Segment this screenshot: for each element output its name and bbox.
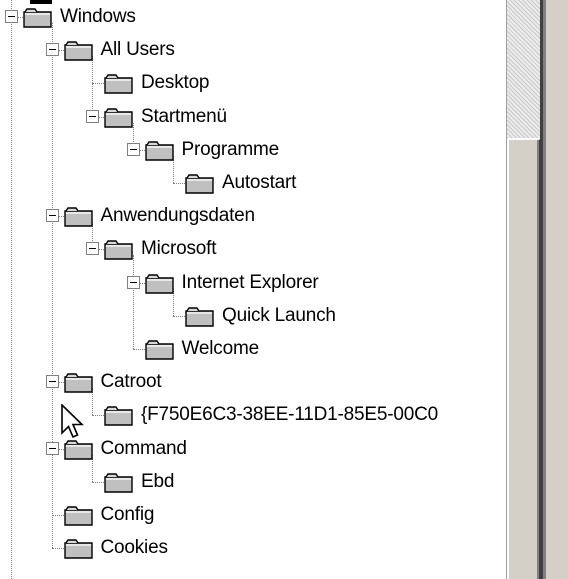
collapse-toggle-icon[interactable] [86, 109, 99, 123]
tree-node-label: Windows [60, 6, 136, 27]
tree-node[interactable]: Cookies [0, 532, 506, 565]
tree-node[interactable]: Startmenü [0, 101, 506, 134]
collapse-toggle-icon[interactable] [5, 10, 18, 23]
tree-node-label: Programme [181, 138, 280, 160]
tree-node-label: Startmenü [141, 105, 227, 127]
folder-icon [104, 405, 134, 427]
collapse-toggle-icon[interactable] [126, 275, 140, 289]
window-border [540, 0, 568, 579]
collapse-toggle-icon[interactable] [45, 441, 59, 455]
folder-icon [144, 140, 175, 162]
collapse-toggle-icon[interactable] [45, 209, 59, 223]
folder-icon [104, 73, 134, 95]
folder-icon [144, 339, 175, 361]
scrollbar-thumb[interactable] [507, 138, 541, 579]
tree-node-label: All Users [100, 39, 175, 61]
folder-icon [185, 173, 215, 195]
collapse-toggle-icon[interactable] [45, 43, 59, 57]
mouse-pointer-icon [61, 404, 84, 439]
folder-icon [144, 273, 175, 295]
folder-icon [63, 372, 94, 394]
folder-icon [23, 7, 53, 29]
tree-node-label: Quick Launch [222, 304, 336, 326]
collapse-toggle-icon[interactable] [45, 375, 59, 389]
tree-node-label: Autostart [222, 172, 297, 193]
folder-tree[interactable]: Windows All Users Desktop Startmenü Programm… [0, 0, 506, 579]
folder-icon [63, 505, 94, 527]
tree-node-label: Cookies [100, 537, 168, 559]
folder-icon [63, 40, 94, 62]
folder-icon [104, 472, 134, 494]
folder-icon [63, 538, 94, 560]
tree-node-label: Command [100, 437, 187, 459]
collapse-toggle-icon[interactable] [86, 242, 99, 256]
tree-node[interactable]: Anwendungsdaten [0, 200, 506, 233]
tree-node[interactable]: Programme [0, 134, 506, 167]
folder-icon [63, 206, 94, 228]
tree-node[interactable]: Autostart [0, 167, 506, 200]
tree-node[interactable]: Ebd [0, 466, 506, 499]
folder-icon [104, 239, 134, 261]
collapse-toggle-icon[interactable] [126, 142, 140, 156]
tree-node-label: Config [100, 504, 155, 525]
tree-node-label: Internet Explorer [181, 271, 319, 293]
tree-node-label: Microsoft [141, 238, 217, 260]
tree-node-label: Ebd [141, 470, 175, 492]
tree-node[interactable]: Windows [0, 1, 506, 34]
tree-node[interactable]: Quick Launch [0, 300, 506, 333]
tree-node[interactable]: Desktop [0, 67, 506, 100]
tree-node[interactable]: Microsoft [0, 233, 506, 266]
tree-node-label: Welcome [181, 338, 260, 359]
tree-node-label: Desktop [141, 72, 210, 94]
tree-node[interactable]: Catroot [0, 366, 506, 399]
tree-node[interactable]: All Users [0, 34, 506, 67]
folder-icon [104, 107, 134, 129]
tree-node-label: {F750E6C3-38EE-11D1-85E5-00C0 [141, 404, 438, 426]
tree-node[interactable]: Config [0, 499, 506, 532]
vertical-scrollbar[interactable] [506, 0, 541, 579]
tree-node-label: Anwendungsdaten [100, 205, 256, 227]
tree-node-label: Catroot [100, 371, 162, 393]
tree-node[interactable]: Internet Explorer [0, 267, 506, 300]
folder-icon [185, 306, 215, 328]
tree-node[interactable]: Welcome [0, 333, 506, 366]
